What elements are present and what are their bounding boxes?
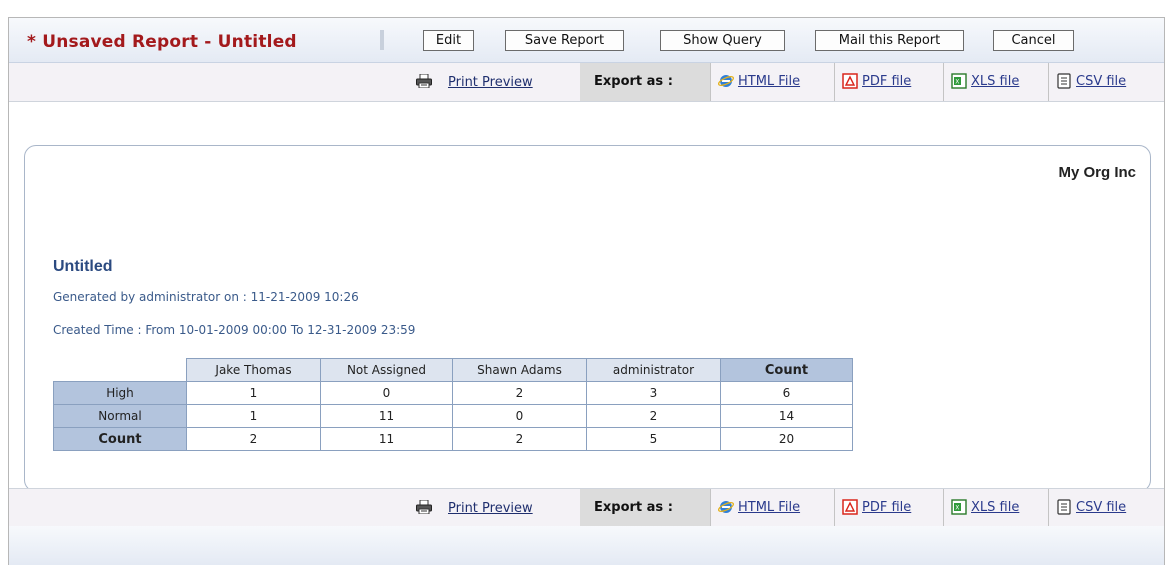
table-row-total: Count 2 11 2 5 20 <box>53 427 853 451</box>
save-report-button[interactable]: Save Report <box>505 30 624 51</box>
pdf-icon <box>842 499 858 515</box>
xls-file-label: XLS file <box>971 500 1020 515</box>
table-cell: 0 <box>320 381 453 405</box>
table-cell: 20 <box>720 427 853 451</box>
created-time-range: Created Time : From 10-01-2009 00:00 To … <box>53 323 416 337</box>
export-csv-link[interactable]: CSV file <box>1048 63 1159 101</box>
export-as-label: Export as : <box>580 63 710 101</box>
xls-file-label: XLS file <box>971 74 1020 89</box>
column-header: administrator <box>586 358 721 382</box>
export-pdf-link[interactable]: PDF file <box>834 63 943 101</box>
footer-strip <box>9 526 1164 565</box>
table-cell: 2 <box>452 381 587 405</box>
table-cell: 0 <box>452 404 587 428</box>
row-header: High <box>53 381 187 405</box>
pdf-icon <box>842 73 858 89</box>
mail-report-button[interactable]: Mail this Report <box>815 30 964 51</box>
print-preview-link[interactable]: Print Preview <box>416 489 566 527</box>
pdf-file-label: PDF file <box>862 74 912 89</box>
table-cell: 11 <box>320 404 453 428</box>
print-preview-label: Print Preview <box>448 501 533 516</box>
export-xls-link[interactable]: X XLS file <box>943 489 1048 527</box>
csv-file-label: CSV file <box>1076 74 1127 89</box>
header-divider <box>380 30 384 50</box>
export-toolbar-bottom: Print Preview Export as : HTML File PDF … <box>9 488 1164 528</box>
html-file-label: HTML File <box>738 500 801 515</box>
report-card: My Org Inc Untitled Generated by adminis… <box>24 145 1151 492</box>
table-cell: 2 <box>586 404 721 428</box>
generated-info: Generated by administrator on : 11-21-20… <box>53 290 359 304</box>
pdf-file-label: PDF file <box>862 500 912 515</box>
export-pdf-link[interactable]: PDF file <box>834 489 943 527</box>
csv-file-label: CSV file <box>1076 500 1127 515</box>
export-xls-link[interactable]: X XLS file <box>943 63 1048 101</box>
print-preview-label: Print Preview <box>448 75 533 90</box>
export-html-link[interactable]: HTML File <box>710 63 834 101</box>
row-header-count: Count <box>53 427 187 451</box>
organization-name: My Org Inc <box>1058 164 1136 181</box>
table-cell: 6 <box>720 381 853 405</box>
table-cell: 14 <box>720 404 853 428</box>
export-csv-link[interactable]: CSV file <box>1048 489 1159 527</box>
row-header: Normal <box>53 404 187 428</box>
table-cell: 11 <box>320 427 453 451</box>
table-row: High 1 0 2 3 6 <box>53 381 853 405</box>
html-file-label: HTML File <box>738 74 801 89</box>
ie-icon <box>718 501 734 513</box>
table-cell: 5 <box>586 427 721 451</box>
corner-cell <box>54 359 187 382</box>
pivot-table: Jake Thomas Not Assigned Shawn Adams adm… <box>53 358 853 451</box>
printer-icon <box>416 500 432 514</box>
csv-icon <box>1057 499 1071 515</box>
print-preview-link[interactable]: Print Preview <box>416 63 566 101</box>
column-header: Shawn Adams <box>452 358 587 382</box>
column-header: Not Assigned <box>320 358 453 382</box>
report-window: * Unsaved Report - Untitled Edit Save Re… <box>8 17 1165 565</box>
table-cell: 1 <box>186 404 321 428</box>
report-name: Untitled <box>53 258 113 275</box>
table-row: Normal 1 11 0 2 14 <box>53 404 853 428</box>
report-header: * Unsaved Report - Untitled Edit Save Re… <box>9 18 1164 63</box>
table-cell: 2 <box>186 427 321 451</box>
edit-button[interactable]: Edit <box>423 30 474 51</box>
svg-text:X: X <box>955 505 959 512</box>
cancel-button[interactable]: Cancel <box>993 30 1074 51</box>
svg-text:X: X <box>955 79 959 86</box>
excel-icon: X <box>951 73 967 89</box>
export-toolbar-top: Print Preview Export as : HTML File PDF … <box>9 63 1164 102</box>
export-as-label: Export as : <box>580 489 710 527</box>
table-cell: 3 <box>586 381 721 405</box>
report-title: * Unsaved Report - Untitled <box>27 32 297 52</box>
column-header: Jake Thomas <box>186 358 321 382</box>
excel-icon: X <box>951 499 967 515</box>
show-query-button[interactable]: Show Query <box>660 30 785 51</box>
table-cell: 2 <box>452 427 587 451</box>
csv-icon <box>1057 73 1071 89</box>
export-html-link[interactable]: HTML File <box>710 489 834 527</box>
printer-icon <box>416 74 432 88</box>
column-header-count: Count <box>720 358 853 382</box>
table-cell: 1 <box>186 381 321 405</box>
ie-icon <box>718 75 734 87</box>
table-header-row: Jake Thomas Not Assigned Shawn Adams adm… <box>54 358 853 382</box>
